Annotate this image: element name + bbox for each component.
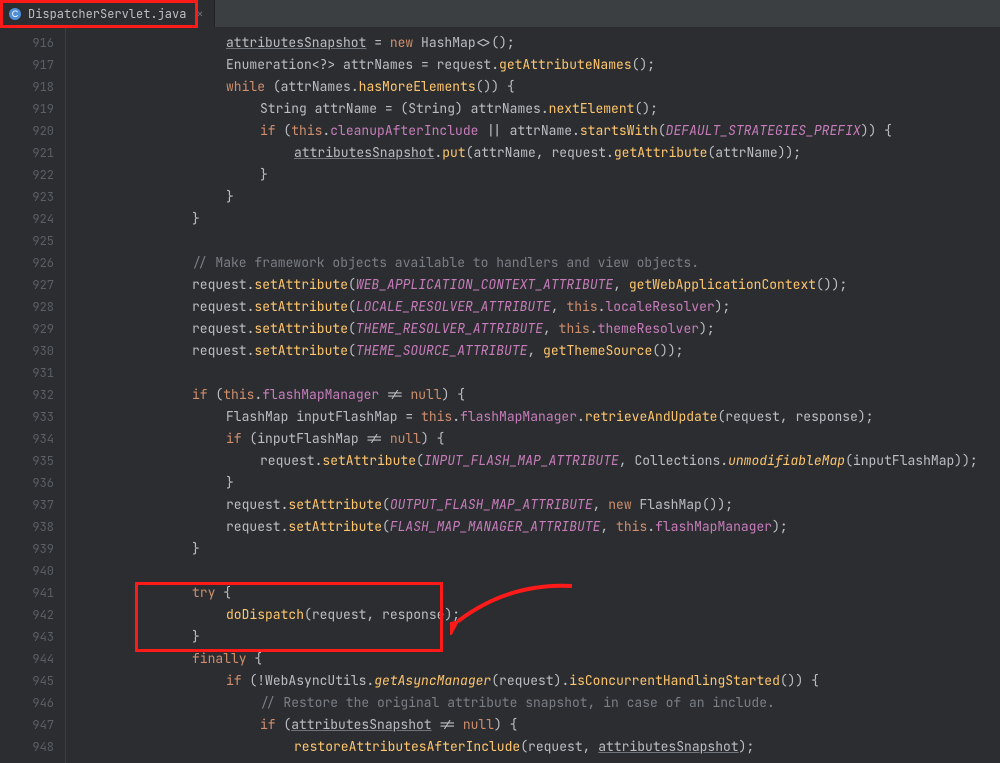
code-line[interactable] — [90, 230, 1000, 252]
line-number-gutter: 9169179189199209219229239249259269279289… — [0, 28, 62, 763]
code-line[interactable] — [90, 362, 1000, 384]
line-number: 928 — [0, 296, 54, 318]
line-number: 930 — [0, 340, 54, 362]
code-line[interactable]: finally { — [90, 648, 1000, 670]
line-number: 934 — [0, 428, 54, 450]
line-number: 942 — [0, 604, 54, 626]
line-number: 946 — [0, 692, 54, 714]
code-line[interactable]: } — [90, 186, 1000, 208]
code-line[interactable]: if (!WebAsyncUtils.getAsyncManager(reque… — [90, 670, 1000, 692]
tab-bar: C DispatcherServlet.java × — [0, 0, 1000, 28]
code-area[interactable]: attributesSnapshot = new HashMap<>();Enu… — [84, 28, 1000, 763]
line-number: 918 — [0, 76, 54, 98]
line-number: 926 — [0, 252, 54, 274]
code-line[interactable]: request.setAttribute(WEB_APPLICATION_CON… — [90, 274, 1000, 296]
line-number: 927 — [0, 274, 54, 296]
code-line[interactable]: } — [90, 626, 1000, 648]
code-line[interactable]: attributesSnapshot = new HashMap<>(); — [90, 32, 1000, 54]
line-number: 945 — [0, 670, 54, 692]
line-number: 941 — [0, 582, 54, 604]
line-number: 923 — [0, 186, 54, 208]
code-line[interactable]: request.setAttribute(THEME_SOURCE_ATTRIB… — [90, 340, 1000, 362]
code-line[interactable]: String attrName = (String) attrNames.nex… — [90, 98, 1000, 120]
line-number: 936 — [0, 472, 54, 494]
line-number: 948 — [0, 736, 54, 758]
line-number: 939 — [0, 538, 54, 560]
line-number: 932 — [0, 384, 54, 406]
code-line[interactable]: if (this.flashMapManager != null) { — [90, 384, 1000, 406]
line-number: 933 — [0, 406, 54, 428]
fold-gutter — [62, 28, 84, 763]
line-number: 943 — [0, 626, 54, 648]
line-number: 931 — [0, 362, 54, 384]
line-number: 929 — [0, 318, 54, 340]
code-line[interactable]: Enumeration<?> attrNames = request.getAt… — [90, 54, 1000, 76]
line-number: 917 — [0, 54, 54, 76]
line-number: 920 — [0, 120, 54, 142]
code-line[interactable]: if (inputFlashMap != null) { — [90, 428, 1000, 450]
code-line[interactable]: // Make framework objects available to h… — [90, 252, 1000, 274]
code-line[interactable] — [90, 560, 1000, 582]
line-number: 924 — [0, 208, 54, 230]
code-line[interactable]: doDispatch(request, response); — [90, 604, 1000, 626]
code-line[interactable]: request.setAttribute(INPUT_FLASH_MAP_ATT… — [90, 450, 1000, 472]
line-number: 944 — [0, 648, 54, 670]
line-number: 925 — [0, 230, 54, 252]
line-number: 947 — [0, 714, 54, 736]
code-line[interactable]: request.setAttribute(FLASH_MAP_MANAGER_A… — [90, 516, 1000, 538]
line-number: 921 — [0, 142, 54, 164]
code-line[interactable]: request.setAttribute(OUTPUT_FLASH_MAP_AT… — [90, 494, 1000, 516]
code-line[interactable]: } — [90, 208, 1000, 230]
line-number: 940 — [0, 560, 54, 582]
close-icon[interactable]: × — [196, 8, 203, 20]
line-number: 935 — [0, 450, 54, 472]
line-number: 938 — [0, 516, 54, 538]
code-line[interactable]: request.setAttribute(LOCALE_RESOLVER_ATT… — [90, 296, 1000, 318]
line-number: 919 — [0, 98, 54, 120]
code-line[interactable]: if (this.cleanupAfterInclude || attrName… — [90, 120, 1000, 142]
line-number: 916 — [0, 32, 54, 54]
line-number: 937 — [0, 494, 54, 516]
code-line[interactable]: try { — [90, 582, 1000, 604]
code-line[interactable]: if (attributesSnapshot != null) { — [90, 714, 1000, 736]
code-editor[interactable]: 9169179189199209219229239249259269279289… — [0, 28, 1000, 763]
file-tab-label: DispatcherServlet.java — [28, 6, 186, 22]
svg-text:C: C — [12, 9, 19, 19]
code-line[interactable]: } — [90, 164, 1000, 186]
code-line[interactable]: while (attrNames.hasMoreElements()) { — [90, 76, 1000, 98]
code-line[interactable]: attributesSnapshot.put(attrName, request… — [90, 142, 1000, 164]
code-line[interactable]: request.setAttribute(THEME_RESOLVER_ATTR… — [90, 318, 1000, 340]
line-number: 922 — [0, 164, 54, 186]
java-class-icon: C — [8, 7, 22, 21]
code-line[interactable]: } — [90, 472, 1000, 494]
code-line[interactable]: restoreAttributesAfterInclude(request, a… — [90, 736, 1000, 758]
file-tab[interactable]: C DispatcherServlet.java × — [0, 0, 215, 27]
code-line[interactable]: } — [90, 538, 1000, 560]
code-line[interactable]: // Restore the original attribute snapsh… — [90, 692, 1000, 714]
code-line[interactable]: FlashMap inputFlashMap = this.flashMapMa… — [90, 406, 1000, 428]
